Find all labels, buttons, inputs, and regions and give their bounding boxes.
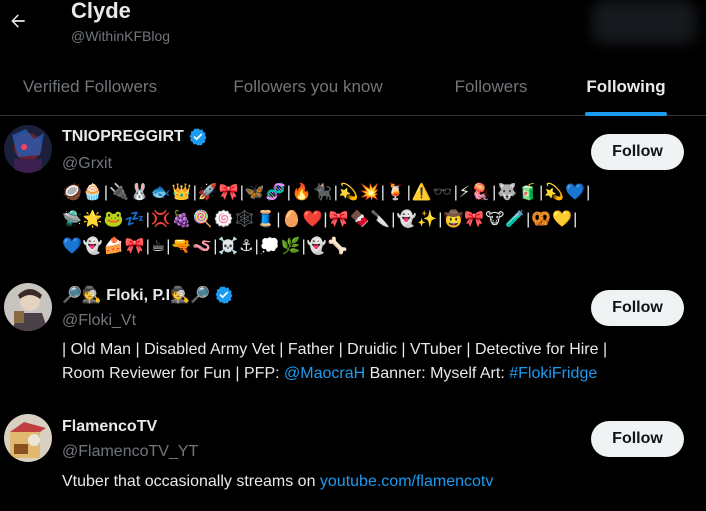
user-name[interactable]: FlamencoTV: [62, 418, 157, 436]
user-cell[interactable]: TNIOPREGGIRT @Grxit Follow 🥥🧁|🔌🐰🐟👑|🚀🎀|🦋🧬…: [0, 117, 706, 277]
user-handle: @Grxit: [62, 155, 113, 172]
tab-followers-you-know[interactable]: Followers you know: [180, 58, 436, 116]
follow-button[interactable]: Follow: [591, 290, 684, 326]
user-handle: @FlamencoTV_YT: [62, 443, 199, 460]
follow-button[interactable]: Follow: [591, 421, 684, 457]
verified-badge-icon: [189, 128, 207, 146]
user-cell[interactable]: FlamencoTV @FlamencoTV_YT Follow Vtuber …: [0, 408, 706, 508]
bio-line: | Old Man | Disabled Army Vet | Father |…: [62, 341, 608, 358]
bio-line: 🥥🧁|🔌🐰🐟👑|🚀🎀|🦋🧬|🔥🐈‍⬛|💫💥|🍹|⚠️🕶️|⚡🪼|🐺🧃|💫💙|: [62, 184, 592, 201]
user-name[interactable]: 🔎🕵️ Floki, P.I🕵️🔎: [62, 285, 234, 305]
tab-followers[interactable]: Followers: [436, 58, 546, 116]
profile-header: Clyde @WithinKFBlog: [0, 0, 706, 56]
avatar[interactable]: [4, 414, 52, 462]
arrow-left-icon: [11, 14, 25, 28]
user-bio: | Old Man | Disabled Army Vet | Father |…: [62, 338, 692, 386]
verified-badge-icon: [215, 286, 233, 304]
profile-link[interactable]: youtube.com/flamencotv: [320, 473, 493, 490]
blurred-search: [592, 0, 696, 44]
tab-bar: Verified Followers Followers you know Fo…: [0, 58, 706, 116]
back-button[interactable]: [6, 6, 30, 36]
user-cell[interactable]: 🔎🕵️ Floki, P.I🕵️🔎 @Floki_Vt Follow | Old…: [0, 277, 706, 402]
profile-name: Clyde: [71, 0, 131, 23]
profile-handle: @WithinKFBlog: [71, 28, 171, 44]
mention-link[interactable]: @MaocraH: [284, 365, 365, 382]
bio-line: Room Reviewer for Fun | PFP: @MaocraH Ba…: [62, 365, 598, 382]
tab-following[interactable]: Following: [546, 58, 706, 116]
avatar[interactable]: [4, 125, 52, 173]
active-tab-indicator: [585, 112, 667, 116]
tab-verified-followers[interactable]: Verified Followers: [0, 58, 180, 116]
user-bio: Vtuber that occasionally streams on yout…: [62, 473, 494, 490]
follow-button[interactable]: Follow: [591, 134, 684, 170]
avatar[interactable]: [4, 283, 52, 331]
bio-line: 🛸🌟🐸💤|💢🍇🍭🍥🕸️🧵|🥚❤️|🎀🍫🔪|👻✨|🤠🎀🐮🧪|🥨💛|: [62, 211, 579, 228]
user-name[interactable]: TNIOPREGGIRT: [62, 127, 208, 147]
user-handle: @Floki_Vt: [62, 312, 137, 329]
hashtag-link[interactable]: #FlokiFridge: [509, 365, 597, 382]
bio-line: 💙👻🍰🎀|☕|🔫🪱|☠️⚓|💭🌿|👻🦴: [62, 238, 349, 255]
